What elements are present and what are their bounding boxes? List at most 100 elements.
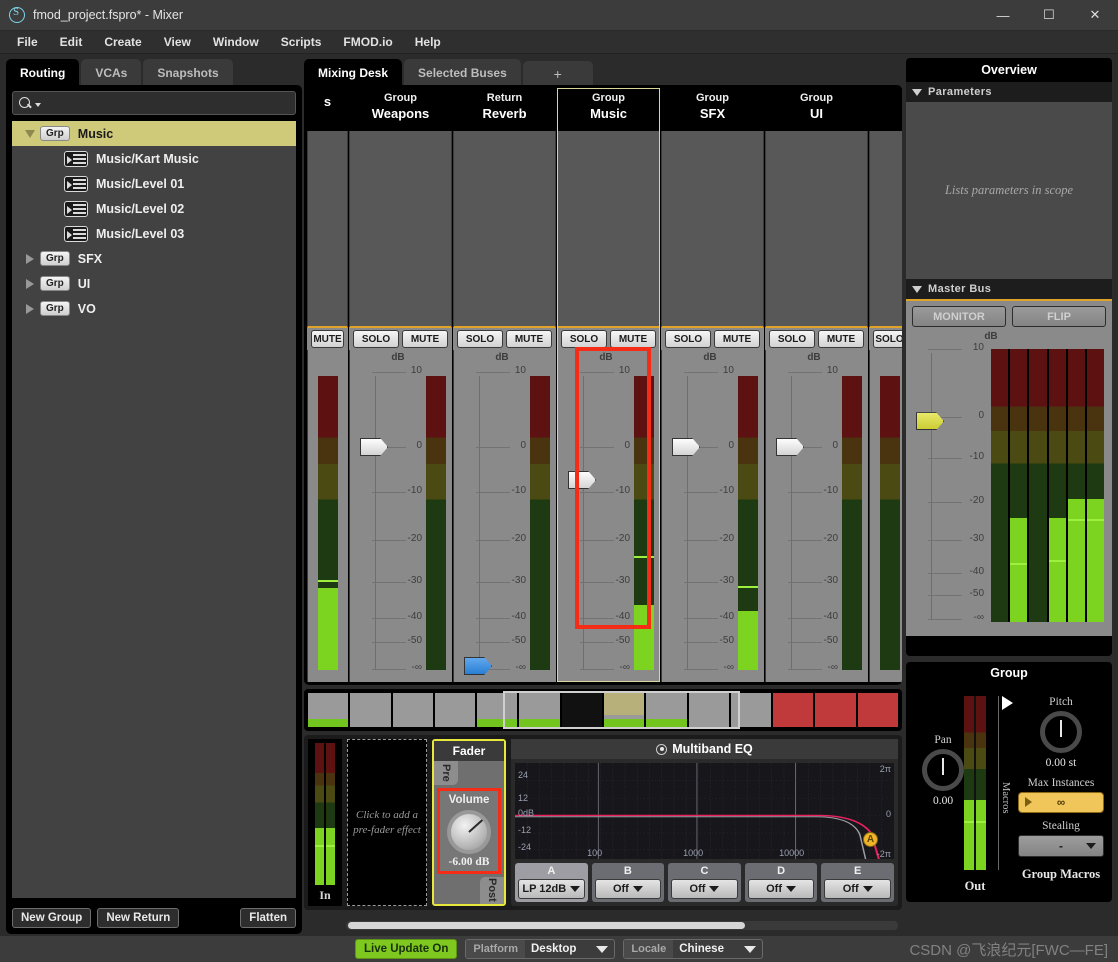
- chevron-down-icon[interactable]: [596, 946, 608, 953]
- channel-strip-ui[interactable]: GroupUISOLOMUTEdB100-10-20-30-40-50-∞: [765, 88, 869, 682]
- tab-routing[interactable]: Routing: [6, 59, 79, 86]
- strip-effect-chain[interactable]: [307, 131, 348, 328]
- eq-band-b[interactable]: BOff: [592, 863, 665, 902]
- eq-band-type-select[interactable]: LP 12dB: [518, 879, 585, 899]
- channel-strip[interactable]: SOLO: [869, 88, 902, 682]
- eq-band-e[interactable]: EOff: [821, 863, 894, 902]
- chevron-down-icon[interactable]: [570, 886, 580, 892]
- mute-button[interactable]: MUTE: [506, 330, 552, 348]
- tab-selected-buses[interactable]: Selected Buses: [404, 59, 521, 86]
- eq-band-d[interactable]: DOff: [745, 863, 818, 902]
- fader-track[interactable]: [931, 353, 932, 620]
- navigator-cell[interactable]: [519, 693, 559, 727]
- max-instances-field[interactable]: ∞: [1018, 792, 1104, 813]
- master-fader-handle[interactable]: [916, 412, 944, 430]
- navigator-cell[interactable]: [350, 693, 390, 727]
- navigator-cell[interactable]: [773, 693, 813, 727]
- solo-button[interactable]: SOLO: [873, 330, 902, 348]
- mute-button[interactable]: MUTE: [818, 330, 864, 348]
- channel-strip-s[interactable]: sMUTE: [307, 88, 349, 682]
- chevron-right-icon[interactable]: [26, 279, 34, 289]
- pre-fader-effect-slot[interactable]: Click to add a pre-fader effect: [347, 739, 427, 906]
- mute-button[interactable]: MUTE: [714, 330, 760, 348]
- mute-button[interactable]: MUTE: [610, 330, 656, 348]
- eq-band-a[interactable]: ALP 12dB: [515, 863, 588, 902]
- new-return-button[interactable]: New Return: [97, 908, 179, 928]
- tree-item-music-level-03[interactable]: Music/Level 03: [12, 221, 296, 246]
- navigator-cell[interactable]: [646, 693, 686, 727]
- menu-view[interactable]: View: [153, 32, 202, 52]
- add-tab-button[interactable]: +: [523, 61, 593, 86]
- fader-scale[interactable]: 100-10-20-30-40-50-∞: [580, 372, 632, 672]
- menu-file[interactable]: File: [6, 32, 49, 52]
- platform-selector[interactable]: Platform Desktop: [465, 939, 615, 959]
- chevron-right-icon[interactable]: [26, 304, 34, 314]
- channel-strip-sfx[interactable]: GroupSFXSOLOMUTEdB100-10-20-30-40-50-∞: [661, 88, 765, 682]
- eq-band-type-select[interactable]: Off: [671, 879, 738, 899]
- minimize-button[interactable]: —: [980, 0, 1026, 31]
- mixing-desk[interactable]: sMUTEGroupWeaponsSOLOMUTEdB100-10-20-30-…: [304, 85, 902, 685]
- play-triangle-icon[interactable]: [1002, 696, 1013, 710]
- flatten-button[interactable]: Flatten: [240, 908, 296, 928]
- strip-effect-chain[interactable]: [765, 131, 868, 328]
- tree-twisty[interactable]: [20, 254, 40, 264]
- monitor-button[interactable]: MONITOR: [912, 306, 1006, 327]
- post-tag[interactable]: Post: [480, 877, 504, 904]
- fader-track[interactable]: [375, 376, 376, 670]
- fader-scale[interactable]: 100-10-20-30-40-50-∞: [372, 372, 424, 672]
- fader-module[interactable]: Fader Pre Volume -6.00 dB Post: [432, 739, 506, 906]
- fader-track[interactable]: [791, 376, 792, 670]
- pan-knob[interactable]: [922, 749, 964, 791]
- chevron-right-icon[interactable]: [26, 254, 34, 264]
- channel-strip-reverb[interactable]: ReturnReverbSOLOMUTEdB100-10-20-30-40-50…: [453, 88, 557, 682]
- tree-item-music-level-02[interactable]: Music/Level 02: [12, 196, 296, 221]
- navigator-cell[interactable]: [858, 693, 898, 727]
- navigator-cell[interactable]: [435, 693, 475, 727]
- solo-button[interactable]: SOLO: [665, 330, 711, 348]
- chevron-down-icon[interactable]: [1086, 843, 1096, 849]
- volume-control[interactable]: Volume -6.00 dB: [437, 788, 501, 874]
- pitch-knob[interactable]: [1040, 711, 1082, 753]
- flip-button[interactable]: FLIP: [1012, 306, 1106, 327]
- fader-scale[interactable]: 100-10-20-30-40-50-∞: [788, 372, 840, 672]
- eq-band-type-select[interactable]: Off: [595, 879, 662, 899]
- power-icon[interactable]: [656, 744, 667, 755]
- master-fader-scale[interactable]: 100-10-20-30-40-50-∞: [928, 349, 986, 622]
- routing-tree[interactable]: GrpMusicMusic/Kart MusicMusic/Level 01Mu…: [12, 121, 296, 898]
- navigator-cell[interactable]: [562, 693, 602, 727]
- strip-effect-chain[interactable]: [349, 131, 452, 328]
- parameters-section-header[interactable]: Parameters: [906, 82, 1112, 102]
- mute-button[interactable]: MUTE: [402, 330, 448, 348]
- new-group-button[interactable]: New Group: [12, 908, 91, 928]
- channel-strip-music[interactable]: GroupMusicSOLOMUTEdB100-10-20-30-40-50-∞: [557, 88, 661, 682]
- tree-item-vo[interactable]: GrpVO: [12, 296, 296, 321]
- eq-band-c[interactable]: COff: [668, 863, 741, 902]
- chevron-down-icon[interactable]: [863, 886, 873, 892]
- tab-mixing-desk[interactable]: Mixing Desk: [304, 59, 402, 86]
- tree-twisty[interactable]: [20, 304, 40, 314]
- eq-band-type-select[interactable]: Off: [824, 879, 891, 899]
- menu-fmod-io[interactable]: FMOD.io: [332, 32, 403, 52]
- mixer-navigator[interactable]: [304, 689, 902, 731]
- fader-track[interactable]: [687, 376, 688, 670]
- close-button[interactable]: ✕: [1072, 0, 1118, 31]
- locale-selector[interactable]: Locale Chinese: [623, 939, 763, 959]
- chevron-down-icon[interactable]: [744, 946, 756, 953]
- menu-scripts[interactable]: Scripts: [270, 32, 333, 52]
- strip-effect-chain[interactable]: [869, 131, 902, 328]
- tree-twisty[interactable]: [20, 279, 40, 289]
- fader-scale[interactable]: 100-10-20-30-40-50-∞: [684, 372, 736, 672]
- chevron-down-icon[interactable]: [25, 130, 35, 138]
- tree-twisty[interactable]: [20, 130, 40, 138]
- deck-horizontal-scrollbar[interactable]: [346, 921, 898, 930]
- solo-button[interactable]: SOLO: [769, 330, 815, 348]
- chevron-down-icon[interactable]: [912, 286, 922, 293]
- live-update-toggle[interactable]: Live Update On: [355, 939, 457, 959]
- navigator-cell[interactable]: [308, 693, 348, 727]
- menu-create[interactable]: Create: [93, 32, 152, 52]
- master-bus-section-header[interactable]: Master Bus: [906, 279, 1112, 299]
- tree-item-music-kart-music[interactable]: Music/Kart Music: [12, 146, 296, 171]
- mute-button[interactable]: MUTE: [311, 330, 344, 348]
- navigator-cell[interactable]: [731, 693, 771, 727]
- navigator-cell[interactable]: [689, 693, 729, 727]
